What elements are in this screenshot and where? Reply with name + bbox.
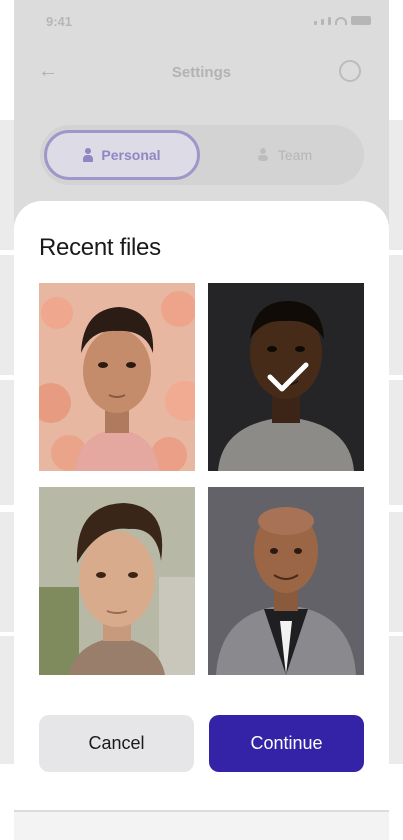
background-strip	[389, 380, 403, 505]
team-icon	[256, 147, 270, 164]
signal-icon	[314, 21, 317, 25]
segment-personal[interactable]: Personal	[44, 130, 200, 180]
file-thumbnail-1[interactable]	[39, 283, 195, 471]
continue-button[interactable]: Continue	[209, 715, 364, 772]
signal-icon	[328, 17, 331, 25]
status-time: 9:41	[46, 14, 73, 29]
background-strip	[0, 255, 14, 375]
background-strip	[389, 636, 403, 764]
recent-files-sheet: Recent files Cancel Continue	[14, 201, 389, 810]
person-icon	[83, 148, 94, 162]
file-thumbnail-3[interactable]	[39, 487, 195, 675]
sheet-title: Recent files	[39, 234, 161, 261]
background-strip	[389, 255, 403, 375]
signal-icon	[321, 19, 324, 25]
battery-icon	[351, 16, 371, 25]
segment-team-label: Team	[277, 147, 313, 163]
background-strip	[0, 120, 14, 250]
help-circle-icon[interactable]	[339, 60, 361, 82]
background-strip	[0, 380, 14, 505]
segment-team[interactable]: Team	[206, 130, 362, 180]
background-strip	[0, 512, 14, 632]
background-footer	[14, 812, 389, 840]
background-strip	[389, 512, 403, 632]
segment-personal-label: Personal	[101, 147, 161, 163]
status-icons	[314, 16, 371, 25]
file-thumbnail-4[interactable]	[208, 487, 364, 675]
cancel-button[interactable]: Cancel	[39, 715, 194, 772]
wifi-icon	[335, 17, 347, 25]
background-strip	[389, 120, 403, 250]
file-thumbnail-2[interactable]	[208, 283, 364, 471]
status-bar: 9:41	[14, 0, 389, 44]
checkmark-icon	[267, 362, 309, 392]
background-strip	[0, 636, 14, 764]
